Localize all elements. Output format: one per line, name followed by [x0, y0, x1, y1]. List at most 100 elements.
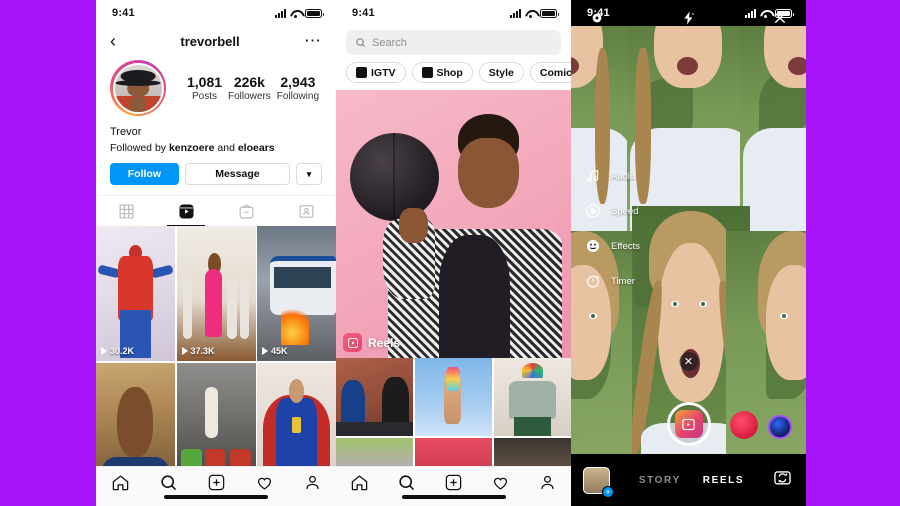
stat-value: 1,081 — [186, 74, 223, 90]
close-icon[interactable] — [772, 10, 788, 26]
add-post-icon[interactable] — [207, 473, 226, 492]
cellular-signal-icon — [275, 8, 286, 18]
timer-tool[interactable]: Timer — [585, 273, 640, 289]
mode-reels[interactable]: REELS — [703, 475, 744, 486]
home-indicator — [401, 495, 506, 499]
home-icon[interactable] — [111, 473, 130, 492]
wifi-icon — [290, 9, 301, 18]
stat-posts[interactable]: 1,081 Posts — [187, 74, 222, 102]
stat-label: Following — [276, 91, 320, 102]
bottom-nav-profile — [96, 466, 336, 506]
effect-red-icon[interactable] — [730, 411, 758, 439]
chip-style[interactable]: Style — [478, 62, 524, 83]
speed-label: Speed — [611, 205, 639, 217]
stat-following[interactable]: 2,943 Following — [277, 74, 319, 102]
activity-icon[interactable] — [255, 473, 274, 492]
phone-camera: 9:41 × Audio Speed Effects Timer ✕ + STO… — [571, 0, 806, 506]
featured-reel[interactable]: Reels — [336, 90, 571, 358]
gallery-thumbnail[interactable]: + — [583, 466, 614, 498]
avatar — [112, 62, 164, 114]
activity-icon[interactable] — [491, 473, 510, 492]
view-count-value: 37.3K — [190, 346, 215, 356]
reels-badge-label: Reels — [368, 335, 401, 350]
search-icon[interactable] — [397, 473, 416, 492]
grid-post[interactable]: 37.3K — [176, 226, 256, 361]
stat-value: 226k — [233, 74, 265, 90]
chevron-down-icon[interactable]: ▾ — [296, 163, 322, 185]
profile-actions: Follow Message ▾ — [96, 154, 336, 185]
phone-profile: 9:41 ‹ trevorbell ⋯ 1,081 Posts 226k Fol… — [96, 0, 336, 506]
reels-badge: Reels — [343, 333, 400, 352]
grid-post[interactable]: 30.2K — [96, 226, 175, 361]
status-time: 9:41 — [112, 7, 135, 19]
grid-post[interactable]: 45K — [257, 226, 336, 361]
igtv-icon — [356, 67, 367, 78]
effect-blue-icon[interactable] — [768, 415, 792, 439]
stat-followers[interactable]: 226k Followers — [228, 74, 271, 102]
mutual-follower-2[interactable]: eloears — [238, 142, 275, 154]
battery-icon — [305, 8, 324, 18]
reels-icon — [674, 410, 703, 438]
camera-flip-icon[interactable] — [773, 468, 792, 492]
shop-bag-icon — [421, 67, 433, 78]
explore-post[interactable] — [493, 358, 571, 436]
grid-icon — [119, 204, 133, 218]
view-count: 45K — [262, 346, 288, 356]
profile-header: ‹ trevorbell ⋯ — [96, 26, 336, 58]
record-button[interactable] — [666, 402, 711, 446]
followed-by-text: Followed by kenzoere and eloears — [110, 142, 322, 154]
mode-story[interactable]: STORY — [639, 475, 681, 486]
view-count: 30.2K — [101, 346, 134, 356]
phone-explore: 9:41 Search IGTV Shop Style Comics TV & … — [336, 0, 571, 506]
reels-tab[interactable] — [156, 196, 216, 226]
message-button[interactable]: Message — [184, 163, 290, 185]
stat-label: Posts — [192, 91, 218, 102]
effects-tool[interactable]: Effects — [585, 238, 640, 254]
explore-post[interactable] — [336, 358, 414, 436]
flash-off-icon[interactable]: × — [681, 10, 697, 26]
settings-aperture-icon[interactable] — [589, 10, 605, 26]
avatar-story-ring[interactable] — [110, 60, 166, 116]
tagged-tab[interactable] — [276, 196, 336, 226]
chip-label: Comics — [539, 66, 571, 79]
follow-button[interactable]: Follow — [110, 163, 179, 185]
chip-igtv[interactable]: IGTV — [346, 62, 406, 83]
status-time: 9:41 — [352, 7, 375, 19]
explore-post[interactable] — [414, 358, 493, 436]
chip-shop[interactable]: Shop — [411, 62, 473, 83]
grid-tab[interactable] — [96, 196, 156, 226]
more-options-icon[interactable]: ⋯ — [304, 32, 322, 48]
basketball-graphic — [350, 132, 440, 222]
stat-label: Followers — [228, 91, 271, 102]
igtv-icon — [239, 203, 253, 218]
profile-summary: 1,081 Posts 226k Followers 2,943 Followi… — [96, 58, 336, 116]
search-input[interactable]: Search — [346, 30, 561, 55]
svg-text:×: × — [691, 11, 694, 16]
chevron-left-icon[interactable]: ‹ — [110, 32, 116, 50]
search-icon[interactable] — [159, 473, 178, 492]
view-count: 37.3K — [181, 346, 215, 356]
camera-bottom-bar: + STORY REELS — [571, 454, 806, 506]
music-note-icon — [587, 169, 599, 183]
audio-label: Audio — [611, 170, 636, 182]
add-post-icon[interactable] — [444, 473, 463, 492]
effects-label: Effects — [611, 240, 640, 252]
timer-icon — [587, 275, 600, 288]
home-icon[interactable] — [350, 473, 369, 492]
bottom-nav-explore — [336, 466, 571, 506]
chip-comics[interactable]: Comics — [529, 62, 571, 83]
search-placeholder: Search — [372, 36, 407, 49]
close-effect-button[interactable]: ✕ — [679, 352, 698, 371]
speed-icon — [586, 204, 600, 218]
effect-tile — [740, 26, 806, 249]
camera-top-controls: × — [571, 10, 806, 26]
igtv-tab[interactable] — [216, 196, 276, 226]
followed-by-join: and — [214, 142, 238, 154]
view-count-value: 30.2K — [110, 346, 135, 356]
mutual-follower-1[interactable]: kenzoere — [169, 142, 215, 154]
audio-tool[interactable]: Audio — [585, 168, 640, 184]
profile-icon[interactable] — [303, 473, 322, 492]
speed-tool[interactable]: Speed — [585, 203, 640, 219]
stat-value: 2,943 — [280, 74, 316, 90]
profile-icon[interactable] — [538, 473, 557, 492]
